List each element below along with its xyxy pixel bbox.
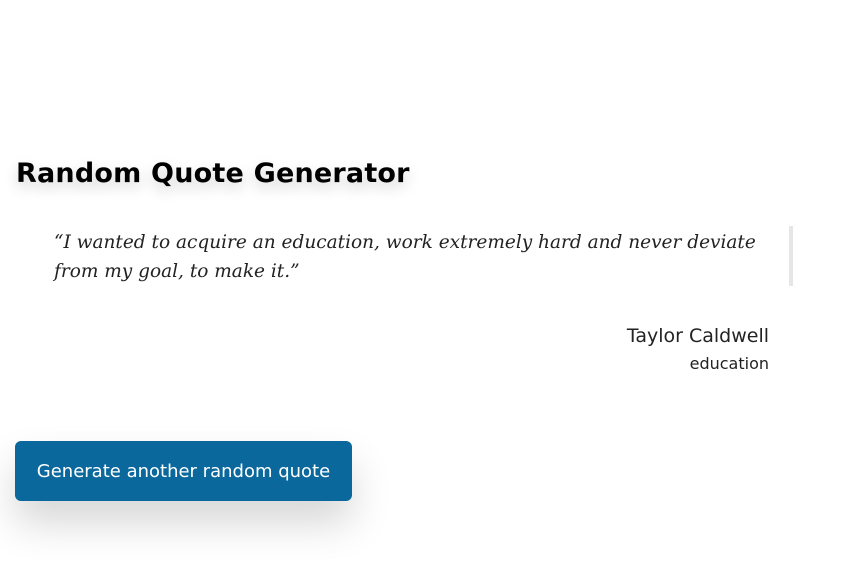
quote-accent-bar: [789, 226, 793, 286]
quote-author: Taylor Caldwell: [626, 325, 769, 347]
page-title: Random Quote Generator: [16, 158, 410, 189]
quote-block: “I wanted to acquire an education, work …: [54, 228, 772, 286]
generate-quote-button[interactable]: Generate another random quote: [15, 441, 352, 501]
quote-text: “I wanted to acquire an education, work …: [54, 232, 756, 282]
quote-category: education: [689, 354, 769, 373]
quote-generator-page: Random Quote Generator “I wanted to acqu…: [0, 0, 842, 575]
